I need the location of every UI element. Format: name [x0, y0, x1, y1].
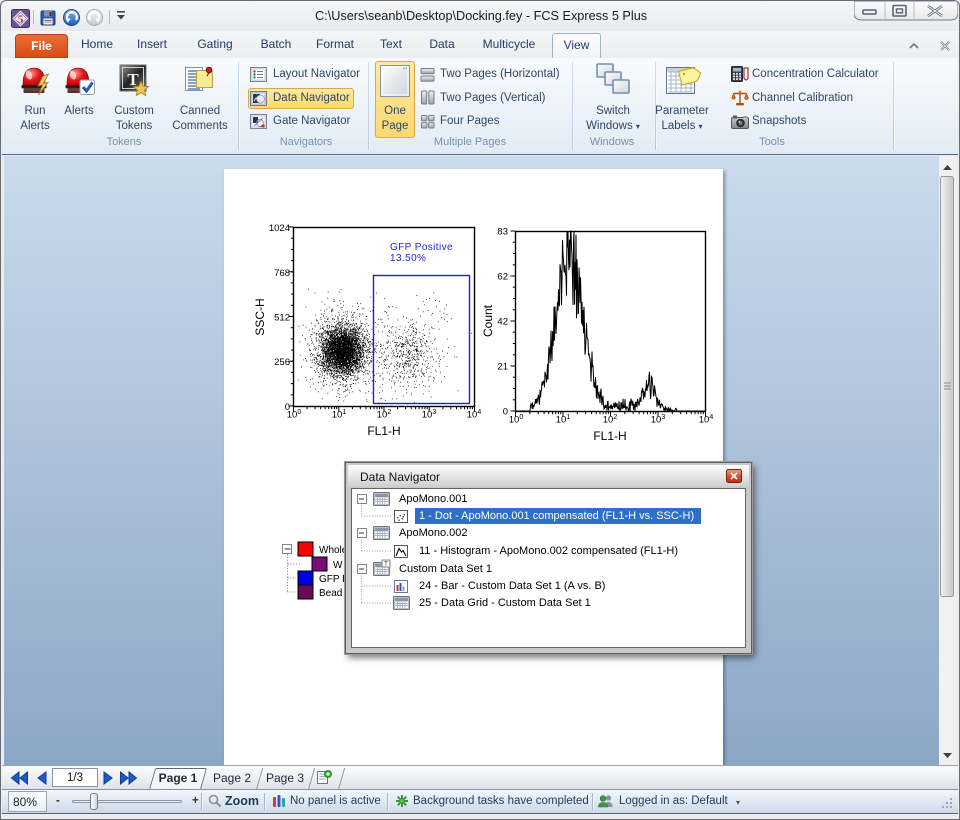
svg-text:768: 768 [274, 268, 290, 279]
svg-text:512: 512 [274, 313, 290, 324]
svg-text:FL1-H: FL1-H [593, 429, 626, 443]
svg-text:0: 0 [503, 407, 508, 418]
svg-text:5: 5 [18, 14, 24, 26]
svg-text:101: 101 [332, 409, 347, 421]
svg-text:100: 100 [509, 414, 524, 426]
svg-text:104: 104 [467, 409, 482, 421]
svg-text:103: 103 [651, 414, 666, 426]
svg-text:101: 101 [556, 414, 571, 426]
svg-text:T: T [384, 562, 388, 568]
svg-text:62: 62 [497, 272, 508, 283]
svg-text:W: W [333, 560, 343, 571]
svg-text:FL1-H: FL1-H [367, 424, 400, 438]
svg-text:256: 256 [274, 357, 290, 368]
svg-text:21: 21 [497, 362, 508, 373]
svg-text:103: 103 [422, 409, 437, 421]
svg-text:102: 102 [603, 414, 618, 426]
svg-text:104: 104 [699, 414, 714, 426]
svg-text:Whole: Whole [319, 545, 348, 556]
svg-text:SSC-H: SSC-H [253, 298, 267, 335]
svg-text:1024: 1024 [269, 223, 290, 234]
svg-text:13.50%: 13.50% [390, 253, 426, 264]
svg-text:100: 100 [287, 409, 302, 421]
svg-text:Count: Count [481, 304, 495, 337]
svg-text:GFP Positive: GFP Positive [390, 242, 453, 253]
svg-text:102: 102 [377, 409, 392, 421]
svg-text:42: 42 [497, 317, 508, 328]
svg-text:83: 83 [497, 227, 508, 238]
